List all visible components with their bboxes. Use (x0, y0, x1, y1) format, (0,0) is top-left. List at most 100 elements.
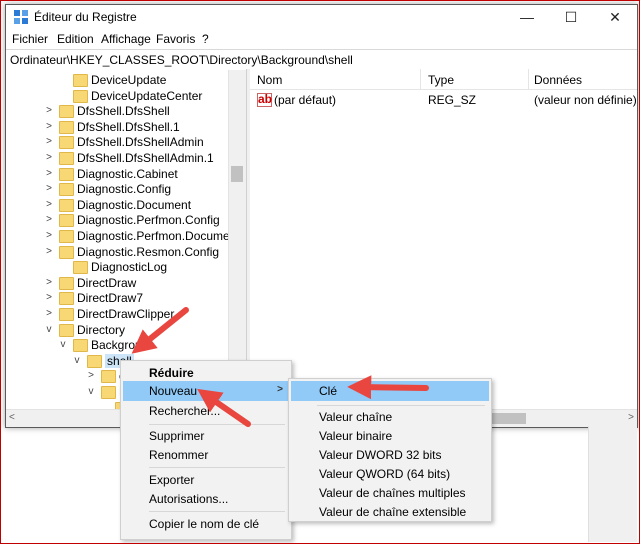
expand-chevron-icon[interactable]: > (43, 306, 55, 322)
address-bar[interactable]: Ordinateur\HKEY_CLASSES_ROOT\Directory\B… (6, 49, 637, 71)
background-window-edge (588, 426, 637, 542)
expand-chevron-icon[interactable]: v (71, 353, 83, 369)
menu-affichage[interactable]: Affichage (101, 32, 151, 46)
registry-app-icon (14, 10, 28, 24)
list-header: Nom Type Données (250, 69, 637, 90)
expand-chevron-icon[interactable]: > (43, 134, 55, 150)
submenu-item-dword[interactable]: Valeur DWORD 32 bits (291, 445, 489, 465)
tree-item-label: DfsShell.DfsShellAdmin (77, 135, 204, 150)
tree-item-label: Diagnostic.Document (77, 197, 192, 212)
menubar: Fichier Edition Affichage Favoris ? (6, 29, 637, 49)
folder-icon (59, 167, 74, 181)
expand-chevron-icon[interactable]: > (43, 197, 55, 213)
value-row[interactable]: ab (par défaut) REG_SZ (valeur non défin… (250, 91, 637, 109)
menu-item-supprimer[interactable]: Supprimer (123, 426, 289, 446)
key-tree: DeviceUpdate DeviceUpdateCenter > DfsShell.… (6, 70, 246, 409)
new-submenu: Clé Valeur chaîne Valeur binaire Valeur … (288, 378, 492, 522)
column-separator (420, 69, 421, 89)
folder-icon (59, 152, 74, 165)
menu-item-nouveau[interactable]: Nouveau > (123, 381, 289, 401)
expand-chevron-icon[interactable]: > (43, 119, 55, 135)
maximize-button[interactable]: ☐ (549, 5, 593, 29)
menu-item-renommer[interactable]: Renommer (123, 445, 289, 465)
menu-item-label: Supprimer (149, 429, 205, 443)
menu-fichier[interactable]: Fichier (12, 32, 48, 46)
close-button[interactable]: ✕ (593, 5, 637, 29)
submenu-item-label: Clé (319, 384, 338, 398)
expand-chevron-icon[interactable]: > (85, 368, 97, 384)
folder-icon (59, 323, 74, 337)
expand-chevron-icon[interactable]: > (43, 212, 55, 228)
menu-item-label: Rechercher... (149, 404, 221, 418)
menu-item-copier-nom-cle[interactable]: Copier le nom de clé (123, 514, 289, 534)
menu-help[interactable]: ? (202, 32, 209, 46)
folder-icon (59, 183, 74, 197)
folder-icon (59, 292, 74, 306)
scroll-left-icon[interactable]: < (9, 412, 15, 423)
column-separator (528, 69, 529, 89)
value-name: (par défaut) (274, 93, 337, 107)
expand-chevron-icon[interactable]: > (43, 228, 55, 244)
tree-vertical-scrollbar[interactable] (228, 70, 246, 409)
submenu-item-expand-string[interactable]: Valeur de chaîne extensible (291, 502, 489, 522)
submenu-item-cle[interactable]: Clé (291, 381, 489, 401)
submenu-item-label: Valeur chaîne (319, 410, 393, 424)
menu-edition[interactable]: Edition (57, 32, 94, 46)
menu-separator (317, 405, 485, 406)
menu-item-rechercher[interactable]: Rechercher... (123, 401, 289, 421)
expand-chevron-icon (57, 72, 69, 88)
folder-icon (59, 245, 74, 259)
menu-item-label: Copier le nom de clé (149, 517, 260, 531)
expand-chevron-icon[interactable]: > (43, 103, 55, 119)
tree-item-label: DfsShell.DfsShellAdmin.1 (77, 151, 214, 165)
menu-item-autorisations[interactable]: Autorisations... (123, 489, 289, 509)
expand-chevron-icon[interactable]: > (43, 150, 55, 166)
scroll-right-icon[interactable]: > (628, 412, 634, 423)
expand-chevron-icon[interactable]: v (43, 322, 55, 338)
value-type: REG_SZ (428, 93, 477, 107)
expand-chevron-icon[interactable]: v (57, 337, 69, 353)
menu-item-label: Autorisations... (149, 492, 229, 506)
submenu-item-valeur-binaire[interactable]: Valeur binaire (291, 426, 489, 446)
menu-item-exporter[interactable]: Exporter (123, 470, 289, 490)
titlebar[interactable]: Éditeur du Registre — ☐ ✕ (6, 5, 637, 29)
folder-icon (59, 276, 74, 290)
menu-separator (149, 467, 285, 468)
tree-item-label: DeviceUpdateCenter (91, 88, 203, 103)
tree-item-label: Diagnostic.Cabinet (77, 166, 178, 181)
menu-separator (149, 424, 285, 425)
column-data[interactable]: Données (534, 73, 582, 87)
menu-item-label: Nouveau (149, 384, 198, 398)
folder-icon (59, 214, 74, 228)
tree-item-label: Directory (77, 322, 126, 337)
folder-icon (59, 105, 74, 119)
submenu-item-multi-string[interactable]: Valeur de chaînes multiples (291, 483, 489, 503)
expand-chevron-icon[interactable]: > (43, 275, 55, 291)
tree-item-label: DeviceUpdate (91, 73, 167, 87)
expand-chevron-icon[interactable]: v (85, 384, 97, 400)
tree-item-label: Diagnostic.Perfmon.Config (77, 213, 220, 228)
tree-scroll-thumb[interactable] (231, 166, 243, 182)
expand-chevron-icon (57, 88, 69, 104)
expand-chevron-icon[interactable]: > (43, 244, 55, 260)
tree-item-label: DirectDraw7 (77, 291, 144, 306)
expand-chevron-icon (57, 259, 69, 275)
menu-favoris[interactable]: Favoris (156, 32, 195, 46)
column-name[interactable]: Nom (257, 73, 282, 87)
minimize-button[interactable]: — (505, 5, 549, 29)
folder-icon (101, 370, 116, 384)
submenu-item-label: Valeur QWORD (64 bits) (319, 467, 451, 481)
submenu-item-label: Valeur DWORD 32 bits (319, 448, 442, 462)
submenu-item-valeur-chaine[interactable]: Valeur chaîne (291, 407, 489, 427)
string-value-icon: ab (257, 92, 273, 107)
expand-chevron-icon[interactable]: > (43, 181, 55, 197)
menu-item-label: Exporter (149, 473, 195, 487)
submenu-item-qword[interactable]: Valeur QWORD (64 bits) (291, 464, 489, 484)
column-type[interactable]: Type (428, 73, 454, 87)
expand-chevron-icon[interactable]: > (43, 166, 55, 182)
expand-chevron-icon[interactable]: > (43, 290, 55, 306)
menu-item-reduire[interactable]: Réduire (123, 363, 289, 383)
folder-icon (101, 386, 116, 399)
tree-item-label: Diagnostic.Perfmon.Document (77, 229, 240, 243)
folder-icon (87, 354, 102, 368)
